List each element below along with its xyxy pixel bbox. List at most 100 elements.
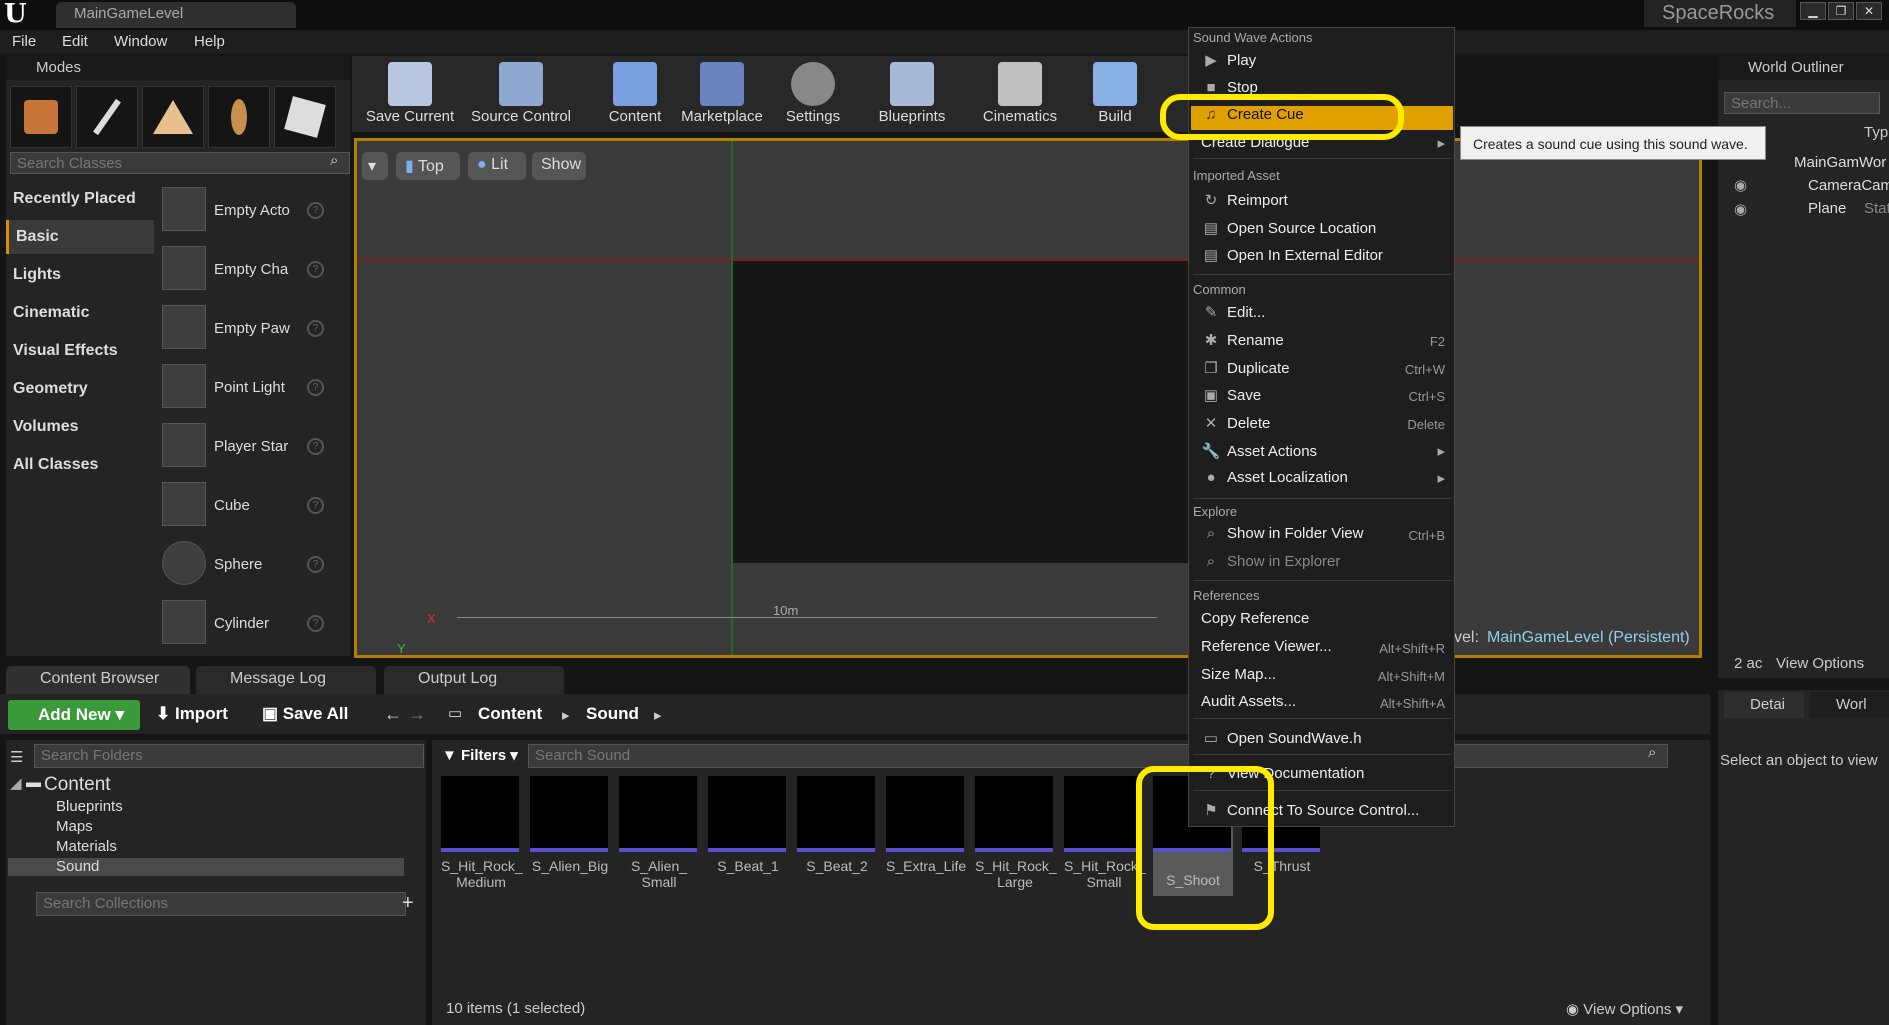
menu-item-show-in-explorer[interactable]: ⌕ Show in Explorer bbox=[1201, 553, 1451, 579]
import-button[interactable]: ⬇ Import bbox=[156, 704, 228, 724]
save-current-button[interactable]: Save Current bbox=[360, 0, 460, 125]
place-item-cube[interactable]: Cube? bbox=[160, 477, 330, 535]
category-volumes[interactable]: Volumes bbox=[6, 410, 154, 444]
place-item-cylinder[interactable]: Cylinder? bbox=[160, 595, 330, 653]
paint-mode-icon[interactable] bbox=[76, 86, 138, 148]
menu-item-rename[interactable]: ✱ Rename F2 bbox=[1201, 331, 1451, 357]
marketplace-button[interactable]: Marketplace bbox=[676, 0, 768, 125]
geometry-mode-icon[interactable] bbox=[274, 86, 336, 148]
landscape-mode-icon[interactable] bbox=[142, 86, 204, 148]
menu-item-save[interactable]: ▣ Save Ctrl+S bbox=[1201, 386, 1451, 412]
search-assets-input[interactable]: Search Sound bbox=[528, 744, 1668, 768]
outliner-type-column[interactable]: Typ bbox=[1864, 124, 1888, 141]
foliage-mode-icon[interactable] bbox=[208, 86, 270, 148]
view-options-button[interactable]: ◉ View Options ▾ bbox=[1566, 1000, 1683, 1018]
asset-tile[interactable]: S_Hit_Rock_ Small bbox=[1064, 776, 1146, 896]
help-icon[interactable]: ? bbox=[307, 261, 324, 278]
unreal-logo-icon[interactable]: U bbox=[4, 0, 32, 28]
place-item-player-start[interactable]: Player Star? bbox=[160, 418, 330, 476]
menu-item-open-external-editor[interactable]: ▤ Open In External Editor bbox=[1201, 246, 1451, 272]
menu-item-size-map[interactable]: Size Map... Alt+Shift+M bbox=[1201, 666, 1451, 692]
place-item-empty-character[interactable]: Empty Cha? bbox=[160, 241, 330, 299]
category-cinematic[interactable]: Cinematic bbox=[6, 296, 154, 330]
place-item-sphere[interactable]: Sphere? bbox=[160, 536, 330, 594]
menu-item-show-in-folder-view[interactable]: ⌕ Show in Folder View Ctrl+B bbox=[1201, 525, 1451, 551]
filters-button[interactable]: ▼ Filters ▾ bbox=[442, 746, 518, 764]
menu-item-asset-localization[interactable]: ● Asset Localization ▸ bbox=[1201, 469, 1451, 495]
level-viewport[interactable]: 10m X Y vel: MainGameLevel (Persistent) bbox=[354, 138, 1702, 658]
help-icon[interactable]: ? bbox=[307, 438, 324, 455]
settings-button[interactable]: Settings bbox=[776, 0, 850, 125]
menu-item-copy-reference[interactable]: Copy Reference bbox=[1201, 610, 1451, 636]
menu-item-reimport[interactable]: ↻ Reimport bbox=[1201, 191, 1451, 217]
add-new-button[interactable]: Add New ▾ bbox=[8, 700, 140, 730]
menu-item-duplicate[interactable]: ❐ Duplicate Ctrl+W bbox=[1201, 359, 1451, 385]
menu-item-edit[interactable]: ✎ Edit... bbox=[1201, 303, 1451, 329]
blueprints-button[interactable]: Blueprints bbox=[870, 0, 954, 125]
outliner-row[interactable]: Plane bbox=[1808, 200, 1846, 217]
menu-window[interactable]: Window bbox=[114, 33, 167, 50]
asset-tile[interactable]: S_Alien_Big bbox=[530, 776, 610, 896]
tree-maps[interactable]: Maps bbox=[56, 818, 93, 835]
tab-content-browser[interactable]: Content Browser bbox=[6, 666, 190, 694]
place-item-point-light[interactable]: Point Light? bbox=[160, 359, 330, 417]
asset-tile[interactable]: S_Beat_2 bbox=[797, 776, 877, 896]
content-button[interactable]: Content bbox=[598, 0, 672, 125]
breadcrumb-content[interactable]: Content bbox=[478, 704, 542, 724]
place-mode-icon[interactable] bbox=[10, 86, 72, 148]
sources-toggle-icon[interactable]: ☰ bbox=[10, 748, 23, 766]
play-area-plane[interactable] bbox=[733, 261, 1203, 563]
save-all-button[interactable]: ▣ Save All bbox=[262, 704, 348, 724]
menu-item-open-soundwave-h[interactable]: ▭ Open SoundWave.h bbox=[1201, 729, 1451, 755]
viewport-options-dropdown[interactable]: ▾ bbox=[362, 152, 388, 180]
asset-tile[interactable]: S_Extra_Life bbox=[886, 776, 966, 896]
modes-tab[interactable]: Modes bbox=[6, 56, 350, 80]
help-icon[interactable]: ? bbox=[307, 556, 324, 573]
menu-item-asset-actions[interactable]: 🔧 Asset Actions ▸ bbox=[1201, 442, 1451, 468]
menu-help[interactable]: Help bbox=[194, 33, 225, 50]
outliner-row[interactable]: MainGamWor bbox=[1794, 154, 1886, 171]
build-button[interactable]: Build bbox=[1088, 0, 1142, 125]
search-classes-input[interactable]: Search Classes bbox=[10, 152, 350, 174]
cinematics-button[interactable]: Cinematics bbox=[974, 0, 1066, 125]
help-icon[interactable]: ? bbox=[307, 320, 324, 337]
category-basic[interactable]: Basic bbox=[6, 220, 154, 254]
place-item-empty-pawn[interactable]: Empty Paw? bbox=[160, 300, 330, 358]
menu-item-audit-assets[interactable]: Audit Assets... Alt+Shift+A bbox=[1201, 693, 1451, 719]
source-control-button[interactable]: Source Control bbox=[466, 0, 576, 125]
menu-item-play[interactable]: ▶ Play bbox=[1201, 51, 1451, 77]
tab-message-log[interactable]: Message Log bbox=[196, 666, 376, 694]
close-button[interactable]: ✕ bbox=[1856, 2, 1882, 20]
search-collections-input[interactable]: Search Collections bbox=[36, 892, 406, 916]
asset-tile[interactable]: S_Alien_ Small bbox=[619, 776, 699, 896]
back-arrow-icon[interactable]: ← bbox=[384, 704, 402, 725]
lit-button[interactable]: ● Lit bbox=[468, 152, 526, 180]
category-geometry[interactable]: Geometry bbox=[6, 372, 154, 406]
breadcrumb-sound[interactable]: Sound bbox=[586, 704, 639, 724]
show-button[interactable]: Show bbox=[532, 152, 586, 180]
view-mode-top-button[interactable]: ▮ Top bbox=[396, 152, 460, 180]
menu-item-open-source-location[interactable]: ▤ Open Source Location bbox=[1201, 219, 1451, 245]
details-tab[interactable]: Detai bbox=[1724, 692, 1804, 718]
help-icon[interactable]: ? bbox=[307, 615, 324, 632]
tree-sound[interactable]: Sound bbox=[56, 858, 99, 875]
outliner-tab[interactable]: World Outliner bbox=[1718, 56, 1889, 80]
world-settings-tab[interactable]: Worl bbox=[1810, 692, 1889, 718]
minimize-button[interactable]: ▁ bbox=[1800, 2, 1826, 20]
help-icon[interactable]: ? bbox=[307, 202, 324, 219]
menu-item-reference-viewer[interactable]: Reference Viewer... Alt+Shift+R bbox=[1201, 638, 1451, 664]
tree-content[interactable]: Content bbox=[44, 774, 111, 796]
category-recently-placed[interactable]: Recently Placed bbox=[6, 182, 154, 216]
help-icon[interactable]: ? bbox=[307, 379, 324, 396]
category-all-classes[interactable]: All Classes bbox=[6, 448, 154, 482]
asset-tile[interactable]: S_Hit_Rock_ Medium bbox=[441, 776, 523, 896]
eye-icon[interactable]: ◉ bbox=[1734, 176, 1747, 194]
maximize-button[interactable]: ❐ bbox=[1828, 2, 1854, 20]
tab-output-log[interactable]: Output Log bbox=[384, 666, 564, 694]
level-tab[interactable]: MainGameLevel bbox=[56, 2, 296, 28]
tree-blueprints[interactable]: Blueprints bbox=[56, 798, 123, 815]
help-icon[interactable]: ? bbox=[307, 497, 324, 514]
place-item-empty-actor[interactable]: Empty Acto? bbox=[160, 182, 330, 240]
outliner-search-input[interactable]: Search... bbox=[1724, 92, 1880, 114]
tree-materials[interactable]: Materials bbox=[56, 838, 117, 855]
